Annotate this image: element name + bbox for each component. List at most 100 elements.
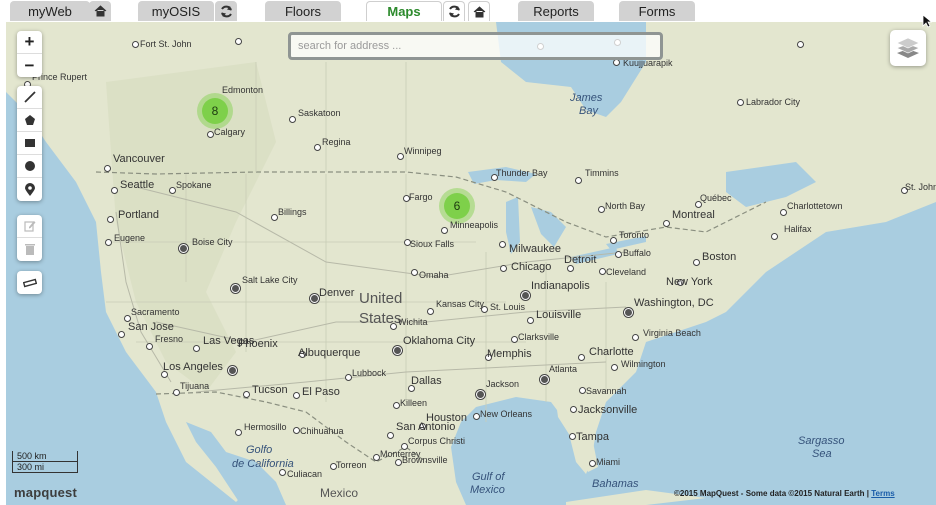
- city-label: Torreon: [336, 460, 367, 470]
- city-label: Buffalo: [623, 248, 651, 258]
- city-label: Edmonton: [222, 85, 264, 95]
- terms-link[interactable]: Terms: [871, 489, 894, 498]
- city-marker: [663, 220, 670, 227]
- city-marker: [521, 291, 530, 300]
- attribution: ©2015 MapQuest - Some data ©2015 Natural…: [674, 489, 895, 498]
- city-label: Montreal: [672, 209, 715, 221]
- city-label: Regina: [322, 137, 351, 147]
- marker-icon[interactable]: [17, 178, 42, 201]
- city-marker: [132, 41, 139, 48]
- water-label: James: [570, 92, 603, 104]
- mapquest-logo: mapquest: [14, 485, 78, 500]
- city-marker: [613, 59, 620, 66]
- city-label: Louisville: [536, 309, 582, 321]
- city-marker: [610, 237, 617, 244]
- water-label: de California: [232, 458, 294, 470]
- city-marker: [499, 241, 506, 248]
- refresh-icon[interactable]: [215, 1, 237, 21]
- city-marker: [611, 364, 618, 371]
- zoom-in-label: +: [24, 32, 35, 51]
- cluster-count: 6: [453, 199, 461, 213]
- address-search[interactable]: [288, 32, 663, 60]
- delete-icon[interactable]: [17, 238, 42, 261]
- city-marker: [118, 331, 125, 338]
- city-label: Culiacan: [287, 469, 323, 479]
- tab-myweb[interactable]: myWeb: [10, 1, 90, 21]
- zoom-in-button[interactable]: +: [17, 31, 42, 54]
- city-label: Boise City: [192, 237, 233, 247]
- tab-reports-label: Reports: [533, 3, 579, 19]
- search-input[interactable]: [291, 35, 660, 57]
- water-label: Sea: [812, 448, 832, 460]
- tab-maps-label: Maps: [387, 4, 421, 19]
- refresh-icon[interactable]: [443, 1, 465, 21]
- polygon-icon[interactable]: [17, 109, 42, 132]
- zoom-out-button[interactable]: −: [17, 54, 42, 77]
- city-label: Vancouver: [113, 153, 165, 165]
- tab-floors[interactable]: Floors: [265, 1, 341, 21]
- city-label: Québec: [700, 193, 732, 203]
- city-label: St. John's: [905, 182, 936, 192]
- city-label: Cleveland: [606, 267, 647, 277]
- scale-bar: 500 km 300 mi: [12, 451, 78, 473]
- edit-toolbar: [17, 215, 42, 261]
- scale-mi: 300 mi: [12, 462, 78, 473]
- home-icon[interactable]: [468, 1, 490, 21]
- rectangle-icon[interactable]: [17, 132, 42, 155]
- tab-maps[interactable]: Maps: [366, 1, 442, 21]
- polyline-icon[interactable]: [17, 86, 42, 109]
- layers-button[interactable]: [890, 30, 926, 66]
- city-label: Timmins: [585, 168, 619, 178]
- city-label: Washington, DC: [634, 297, 714, 309]
- draw-toolbar: [17, 86, 42, 201]
- city-label: Chihuahua: [300, 426, 344, 436]
- city-marker: [393, 346, 402, 355]
- city-marker: [570, 406, 577, 413]
- city-label: Albuquerque: [298, 347, 361, 359]
- country-label: United: [359, 290, 403, 307]
- cluster-marker[interactable]: 6: [444, 193, 470, 219]
- city-label: Fargo: [409, 192, 433, 202]
- city-label: Los Angeles: [163, 361, 223, 373]
- city-marker: [797, 41, 804, 48]
- city-marker: [235, 38, 242, 45]
- city-marker: [476, 390, 485, 399]
- edit-icon[interactable]: [17, 215, 42, 238]
- city-marker: [411, 269, 418, 276]
- city-label: Omaha: [419, 270, 449, 280]
- city-label: Spokane: [176, 180, 212, 190]
- home-icon[interactable]: [89, 1, 111, 21]
- map-base-layer: [6, 22, 936, 505]
- city-marker: [373, 454, 380, 461]
- city-label: Charlotte: [589, 346, 634, 358]
- zoom-out-label: −: [24, 55, 35, 75]
- city-label: Memphis: [487, 348, 532, 360]
- ruler-icon[interactable]: [17, 271, 42, 294]
- city-marker: [387, 432, 394, 439]
- city-label: Jacksonville: [578, 404, 638, 416]
- city-marker: [441, 227, 448, 234]
- city-label: Sioux Falls: [410, 239, 455, 249]
- city-marker: [228, 366, 237, 375]
- tab-floors-label: Floors: [284, 3, 322, 19]
- city-label: Brownsville: [402, 455, 448, 465]
- city-label: Detroit: [564, 254, 597, 266]
- cluster-marker[interactable]: 8: [202, 98, 228, 124]
- tab-myosis[interactable]: myOSIS: [138, 1, 214, 21]
- city-marker: [527, 317, 534, 324]
- city-label: Tijuana: [180, 381, 210, 391]
- city-label: Boston: [702, 251, 737, 263]
- city-label: Charlottetown: [787, 201, 843, 211]
- city-label: Savannah: [586, 386, 627, 396]
- city-marker: [314, 144, 321, 151]
- city-label: Thunder Bay: [496, 168, 548, 178]
- tab-reports[interactable]: Reports: [518, 1, 594, 21]
- map-canvas[interactable]: 8 6 United States Mexico James Bay Gulf …: [6, 22, 936, 505]
- circle-icon[interactable]: [17, 155, 42, 178]
- city-label: New Orleans: [480, 409, 533, 419]
- city-marker: [231, 284, 240, 293]
- water-label: Gulf of: [472, 471, 505, 483]
- city-marker: [279, 469, 286, 476]
- tab-forms[interactable]: Forms: [619, 1, 695, 21]
- city-marker: [107, 216, 114, 223]
